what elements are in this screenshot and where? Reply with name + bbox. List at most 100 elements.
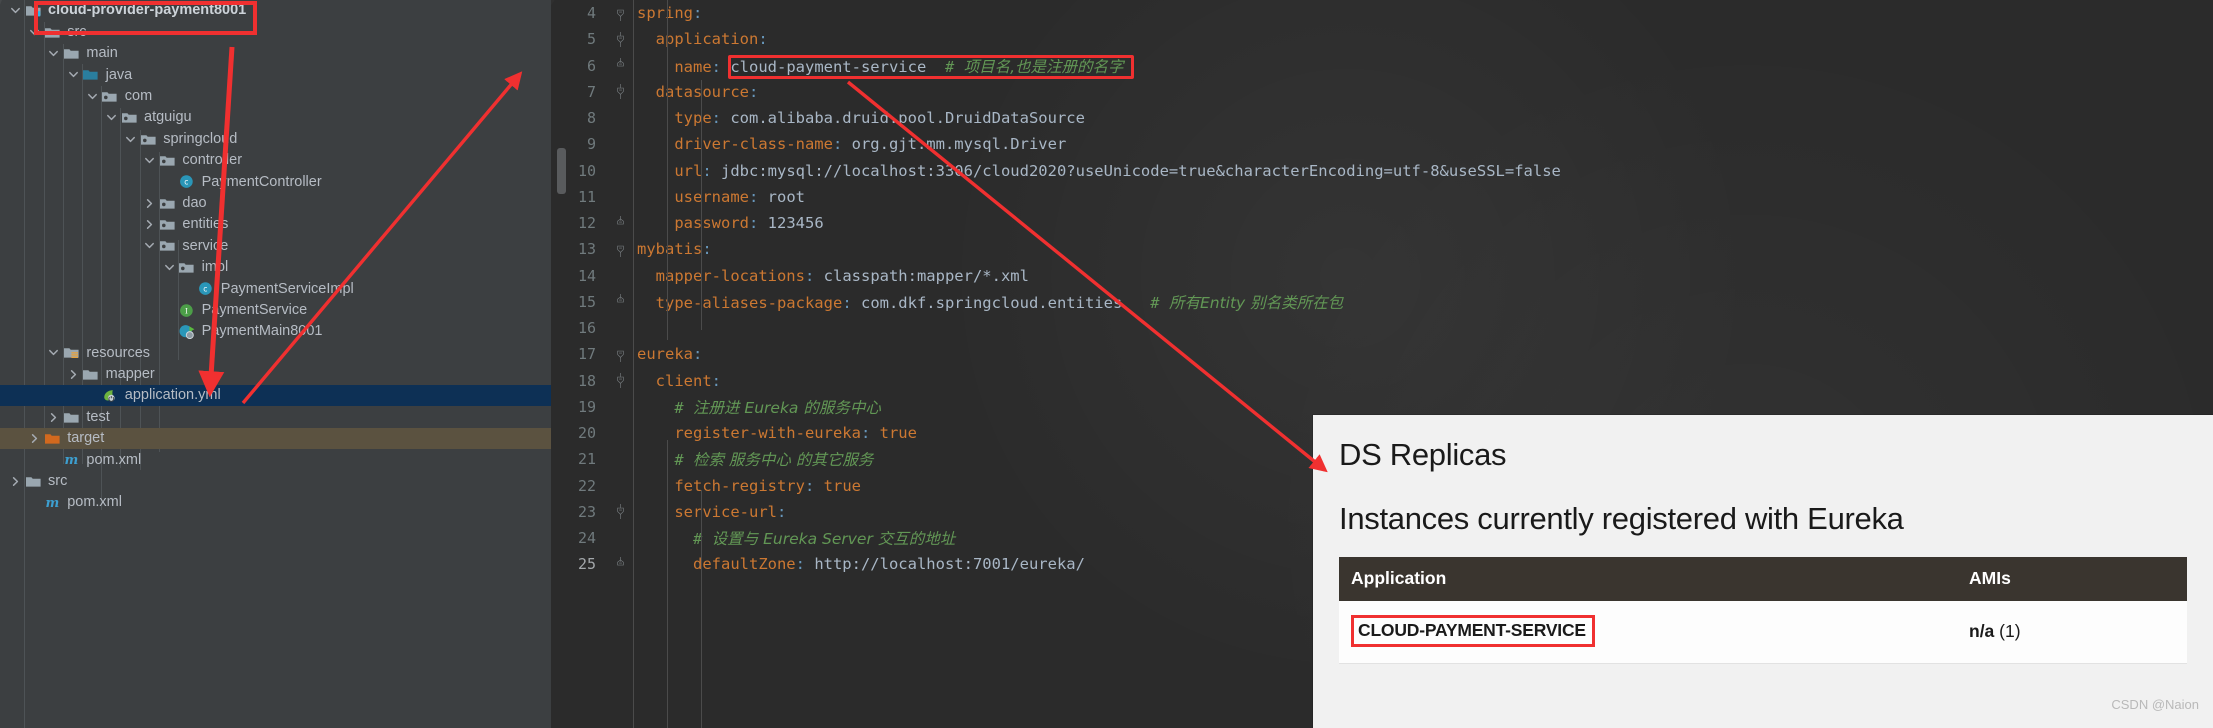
code-token: com.alibaba.druid.pool.DruidDataSource (730, 109, 1085, 128)
line-number: 19 (577, 397, 596, 416)
code-line[interactable]: 6 name: cloud-payment-service # 项目名,也是注册… (551, 53, 2213, 79)
tree-item-controller[interactable]: controller (0, 150, 551, 171)
tree-item-resources[interactable]: resources (0, 342, 551, 363)
tree-item-label: java (105, 66, 133, 83)
chevron-right-icon[interactable] (142, 198, 157, 209)
chevron-down-icon[interactable] (142, 155, 157, 166)
tree-item-paymentcontroller[interactable]: c PaymentController (0, 171, 551, 192)
application-name-link[interactable]: CLOUD-PAYMENT-SERVICE (1351, 615, 1595, 647)
chevron-down-icon[interactable] (104, 112, 119, 123)
code-line[interactable]: 7 datasource: (551, 79, 2213, 105)
chevron-right-icon[interactable] (8, 476, 23, 487)
chevron-down-icon[interactable] (85, 91, 100, 102)
tree-item-src[interactable]: src (0, 21, 551, 42)
folder-icon (81, 366, 101, 382)
chevron-down-icon[interactable] (27, 27, 42, 38)
code-token: org.gjt.mm.mysql.Driver (851, 135, 1067, 154)
tree-item-pom-xml[interactable]: m pom.xml (0, 449, 551, 470)
code-line[interactable]: 13 mybatis: (551, 236, 2213, 262)
tree-item-entities[interactable]: entities (0, 214, 551, 235)
code-token: mybatis (637, 240, 703, 259)
project-tree[interactable]: cloud-provider-payment8001 src main java com… (0, 0, 551, 513)
code-line[interactable]: 9 driver-class-name: org.gjt.mm.mysql.Dr… (551, 131, 2213, 157)
chevron-down-icon[interactable] (8, 5, 23, 16)
tree-item-paymentmain8001[interactable]: PaymentMain8001 (0, 321, 551, 342)
line-number: 25 (577, 555, 596, 574)
chevron-down-icon[interactable] (142, 240, 157, 251)
tree-item-atguigu[interactable]: atguigu (0, 107, 551, 128)
code-token: # (926, 57, 964, 76)
tree-item-service[interactable]: service (0, 235, 551, 256)
chevron-right-icon[interactable] (66, 369, 81, 380)
fold-marker[interactable] (607, 31, 633, 47)
fold-marker[interactable] (607, 58, 633, 73)
editor-scrollbar-thumb[interactable] (557, 148, 566, 194)
code-text: application: (633, 30, 768, 48)
tree-item-label: pom.xml (67, 494, 122, 511)
editor-indent-guide (701, 490, 702, 728)
fold-marker[interactable] (607, 84, 633, 100)
tree-item-target[interactable]: target (0, 427, 551, 450)
tree-item-application-yml[interactable]: application.yml (0, 385, 551, 407)
code-line[interactable]: 11 username: root (551, 184, 2213, 210)
tree-item-impl[interactable]: impl (0, 257, 551, 278)
code-line[interactable]: 8 type: com.alibaba.druid.pool.DruidData… (551, 105, 2213, 131)
tree-item-main[interactable]: main (0, 43, 551, 64)
tree-item-label: src (48, 473, 68, 490)
code-line[interactable]: 17 eureka: (551, 341, 2213, 367)
fold-marker[interactable] (607, 6, 633, 21)
chevron-right-icon[interactable] (142, 219, 157, 230)
code-text: url: jdbc:mysql://localhost:3306/cloud20… (633, 162, 1561, 180)
fold-marker[interactable] (607, 504, 633, 520)
code-line[interactable]: 4 spring: (551, 0, 2213, 26)
chevron-down-icon[interactable] (162, 262, 177, 273)
editor-indent-guide (667, 0, 668, 340)
code-line[interactable]: 16 (551, 315, 2213, 341)
tree-item-com[interactable]: com (0, 86, 551, 107)
code-text: password: 123456 (633, 214, 823, 232)
chevron-down-icon[interactable] (123, 134, 138, 145)
chevron-right-icon[interactable] (46, 412, 61, 423)
tree-item-label: com (124, 88, 153, 104)
package-icon (157, 195, 177, 211)
table-row[interactable]: CLOUD-PAYMENT-SERVICE n/a (1) (1339, 601, 2187, 664)
code-line[interactable]: 18 client: (551, 368, 2213, 394)
fold-marker[interactable] (607, 294, 633, 309)
tree-item-test[interactable]: test (0, 406, 551, 427)
tree-item-dao[interactable]: dao (0, 193, 551, 214)
fold-marker[interactable] (607, 347, 633, 362)
code-line[interactable]: 14 mapper-locations: classpath:mapper/*.… (551, 263, 2213, 289)
target-folder-icon (42, 431, 62, 447)
chevron-right-icon[interactable] (27, 433, 42, 444)
code-token: eureka (637, 345, 693, 364)
tree-item-src[interactable]: src (0, 471, 551, 492)
fold-marker[interactable] (607, 373, 633, 389)
chevron-down-icon[interactable] (66, 69, 81, 80)
code-token: 所有Entity 别名类所在包 (1168, 293, 1344, 312)
code-token: # (637, 398, 693, 417)
code-line[interactable]: 5 application: (551, 26, 2213, 52)
tree-item-paymentservice[interactable]: I PaymentService (0, 299, 551, 320)
tree-item-mapper[interactable]: mapper (0, 364, 551, 385)
tree-item-cloud-provider-payment8001[interactable]: cloud-provider-payment8001 (0, 0, 551, 21)
chevron-down-icon[interactable] (46, 48, 61, 59)
tree-item-label: PaymentService (201, 301, 308, 318)
code-line[interactable]: 12 password: 123456 (551, 210, 2213, 236)
code-token: client (637, 371, 712, 390)
eureka-dashboard-panel: DS Replicas Instances currently register… (1313, 415, 2213, 728)
tree-item-pom-xml[interactable]: m pom.xml (0, 492, 551, 513)
code-token: service-url (637, 502, 777, 521)
tree-item-springcloud[interactable]: springcloud (0, 128, 551, 149)
tree-item-label: target (67, 430, 105, 447)
code-line[interactable]: 15 type-aliases-package: com.dkf.springc… (551, 289, 2213, 315)
fold-marker[interactable] (607, 215, 633, 231)
code-text: # 设置与 Eureka Server 交互的地址 (633, 527, 955, 549)
tree-item-label: impl (201, 259, 229, 276)
tree-item-paymentserviceimpl[interactable]: c PaymentServiceImpl (0, 278, 551, 299)
chevron-down-icon[interactable] (46, 347, 61, 358)
fold-marker[interactable] (607, 242, 633, 257)
tree-item-java[interactable]: java (0, 64, 551, 85)
code-line[interactable]: 10 url: jdbc:mysql://localhost:3306/clou… (551, 158, 2213, 184)
tree-item-label: service (182, 237, 229, 254)
fold-marker[interactable] (607, 556, 633, 572)
